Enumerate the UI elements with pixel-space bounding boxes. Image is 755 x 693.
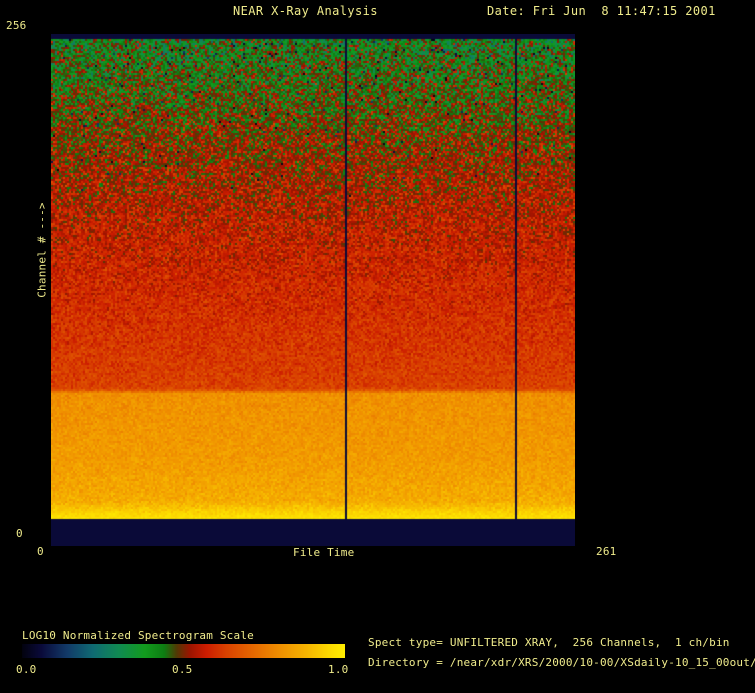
spectrogram-heatmap [51,34,575,546]
colorbar-title: LOG10 Normalized Spectrogram Scale [22,629,254,642]
y-axis-label: Channel # ---> [35,202,49,298]
near-xray-analysis-window: { "header": { "title": "NEAR X-Ray Analy… [0,0,755,693]
directory-info: Directory = /near/xdr/XRS/2000/10-00/XSd… [368,656,755,669]
colorbar-tick-1: 1.0 [328,663,349,676]
x-axis-tick-min: 0 [37,545,44,558]
x-axis-tick-max: 261 [596,545,617,558]
colorbar-gradient [22,644,345,658]
y-axis-tick-max: 256 [6,19,27,32]
date-stamp: Date: Fri Jun 8 11:47:15 2001 [487,4,716,18]
colorbar-tick-0: 0.0 [16,663,37,676]
spect-type-info: Spect type= UNFILTERED XRAY, 256 Channel… [368,636,730,649]
colorbar-tick-05: 0.5 [172,663,193,676]
x-axis-label: File Time [293,546,355,559]
page-title: NEAR X-Ray Analysis [233,4,378,18]
y-axis-tick-min: 0 [16,527,23,540]
